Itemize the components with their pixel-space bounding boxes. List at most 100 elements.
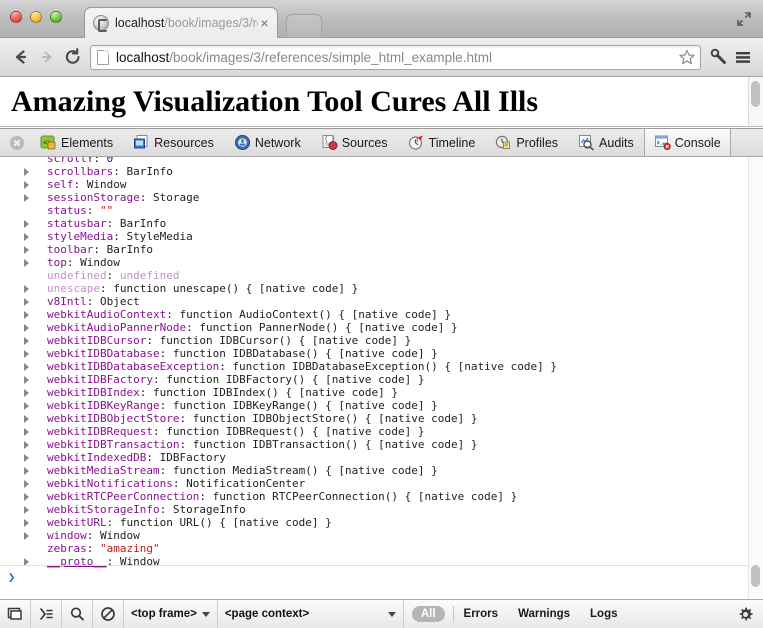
devtools-tab-timeline[interactable]: Timeline bbox=[398, 129, 486, 156]
console-property-row[interactable]: webkitIDBRequest: function IDBRequest() … bbox=[0, 425, 748, 438]
console-property-row[interactable]: webkitAudioContext: function AudioContex… bbox=[0, 308, 748, 321]
devtools-tab-resources[interactable]: Resources bbox=[123, 129, 224, 156]
window-minimize-button[interactable] bbox=[30, 11, 42, 23]
expand-triangle-icon[interactable] bbox=[24, 428, 29, 436]
console-filter-logs[interactable]: Logs bbox=[590, 608, 617, 620]
console-property-row[interactable]: webkitURL: function URL() { [native code… bbox=[0, 516, 748, 529]
console-property-name: unescape bbox=[47, 282, 100, 295]
browser-tab[interactable]: localhost/book/images/3/re × bbox=[84, 7, 278, 38]
expand-triangle-icon[interactable] bbox=[24, 337, 29, 345]
expand-triangle-icon[interactable] bbox=[24, 194, 29, 202]
clear-console-icon[interactable] bbox=[93, 600, 124, 628]
devtools-tab-console[interactable]: Console bbox=[643, 129, 731, 156]
console-property-row[interactable]: webkitIDBKeyRange: function IDBKeyRange(… bbox=[0, 399, 748, 412]
devtools-tab-audits[interactable]: Audits bbox=[568, 129, 644, 156]
expand-triangle-icon[interactable] bbox=[24, 168, 29, 176]
expand-triangle-icon[interactable] bbox=[24, 454, 29, 462]
expand-triangle-icon[interactable] bbox=[24, 506, 29, 514]
address-bar[interactable]: localhost/book/images/3/references/simpl… bbox=[90, 44, 701, 70]
expand-triangle-icon[interactable] bbox=[24, 246, 29, 254]
hamburger-menu-icon[interactable] bbox=[731, 44, 755, 70]
console-property-row[interactable]: self: Window bbox=[0, 178, 748, 191]
expand-triangle-icon[interactable] bbox=[24, 311, 29, 319]
console-property-row[interactable]: toolbar: BarInfo bbox=[0, 243, 748, 256]
console-scrollbar[interactable] bbox=[748, 157, 763, 599]
dock-to-side-icon[interactable] bbox=[0, 600, 31, 628]
expand-triangle-icon[interactable] bbox=[24, 298, 29, 306]
settings-gear-icon[interactable] bbox=[737, 606, 754, 623]
new-tab-button[interactable] bbox=[286, 14, 322, 38]
console-property-row[interactable]: scrollbars: BarInfo bbox=[0, 165, 748, 178]
console-property-row[interactable]: webkitStorageInfo: StorageInfo bbox=[0, 503, 748, 516]
console-property-row[interactable]: webkitIDBIndex: function IDBIndex() { [n… bbox=[0, 386, 748, 399]
console-filter-warnings[interactable]: Warnings bbox=[518, 608, 570, 620]
window-zoom-button[interactable] bbox=[50, 11, 62, 23]
expand-triangle-icon[interactable] bbox=[24, 493, 29, 501]
console-property-separator: : bbox=[166, 308, 180, 321]
console-filter-errors[interactable]: Errors bbox=[464, 608, 499, 620]
expand-triangle-icon[interactable] bbox=[24, 285, 29, 293]
console-property-row[interactable]: sessionStorage: Storage bbox=[0, 191, 748, 204]
console-property-row[interactable]: statusbar: BarInfo bbox=[0, 217, 748, 230]
console-property-row[interactable]: webkitMediaStream: function MediaStream(… bbox=[0, 464, 748, 477]
expand-triangle-icon[interactable] bbox=[24, 350, 29, 358]
console-property-row[interactable]: webkitRTCPeerConnection: function RTCPee… bbox=[0, 490, 748, 503]
wrench-icon[interactable] bbox=[707, 44, 731, 70]
console-property-text: self: Window bbox=[24, 178, 127, 191]
frame-selector[interactable]: <top frame> bbox=[124, 600, 218, 628]
console-filter-all[interactable]: All bbox=[411, 606, 445, 622]
forward-button[interactable] bbox=[34, 44, 60, 70]
context-selector[interactable]: <page context> bbox=[218, 600, 404, 628]
expand-triangle-icon[interactable] bbox=[24, 389, 29, 397]
expand-triangle-icon[interactable] bbox=[24, 233, 29, 241]
devtools-tab-profiles[interactable]: Profiles bbox=[485, 129, 568, 156]
console-property-row[interactable]: webkitIndexedDB: IDBFactory bbox=[0, 451, 748, 464]
filter-divider bbox=[452, 606, 454, 622]
bookmark-star-icon[interactable] bbox=[678, 48, 696, 66]
console-property-row: scrollY: 0 bbox=[0, 157, 748, 165]
console-property-text: webkitAudioPannerNode: function PannerNo… bbox=[24, 321, 458, 334]
console-property-row[interactable]: v8Intl: Object bbox=[0, 295, 748, 308]
console-property-row[interactable]: webkitIDBDatabase: function IDBDatabase(… bbox=[0, 347, 748, 360]
console-property-row[interactable]: webkitIDBObjectStore: function IDBObject… bbox=[0, 412, 748, 425]
console-property-row[interactable]: webkitNotifications: NotificationCenter bbox=[0, 477, 748, 490]
search-icon[interactable] bbox=[62, 600, 93, 628]
console-property-row[interactable]: unescape: function unescape() { [native … bbox=[0, 282, 748, 295]
close-devtools-button[interactable] bbox=[4, 129, 30, 156]
expand-triangle-icon[interactable] bbox=[24, 181, 29, 189]
console-property-row[interactable]: webkitIDBFactory: function IDBFactory() … bbox=[0, 373, 748, 386]
page-scrollbar[interactable] bbox=[748, 77, 763, 126]
reload-button[interactable] bbox=[60, 44, 86, 70]
console-scrollbar-thumb[interactable] bbox=[751, 565, 760, 587]
console-property-row[interactable]: window: Window bbox=[0, 529, 748, 542]
expand-triangle-icon[interactable] bbox=[24, 467, 29, 475]
expand-triangle-icon[interactable] bbox=[24, 363, 29, 371]
back-button[interactable] bbox=[8, 44, 34, 70]
expand-triangle-icon[interactable] bbox=[24, 376, 29, 384]
expand-triangle-icon[interactable] bbox=[24, 402, 29, 410]
window-close-button[interactable] bbox=[10, 11, 22, 23]
console-property-row[interactable]: webkitIDBTransaction: function IDBTransa… bbox=[0, 438, 748, 451]
page-scrollbar-thumb[interactable] bbox=[751, 81, 760, 107]
console-property-row[interactable]: styleMedia: StyleMedia bbox=[0, 230, 748, 243]
console-property-row[interactable]: top: Window bbox=[0, 256, 748, 269]
expand-triangle-icon[interactable] bbox=[24, 259, 29, 267]
expand-triangle-icon[interactable] bbox=[24, 480, 29, 488]
expand-triangle-icon[interactable] bbox=[24, 441, 29, 449]
expand-triangle-icon[interactable] bbox=[24, 415, 29, 423]
expand-triangle-icon[interactable] bbox=[24, 519, 29, 527]
devtools-tab-elements[interactable]: <> Elements bbox=[30, 129, 123, 156]
console-property-row[interactable]: webkitIDBDatabaseException: function IDB… bbox=[0, 360, 748, 373]
expand-triangle-icon[interactable] bbox=[24, 220, 29, 228]
maximize-icon[interactable] bbox=[735, 10, 753, 28]
console-input-row[interactable]: ❯ bbox=[0, 565, 748, 599]
tab-close-icon[interactable]: × bbox=[258, 16, 271, 30]
show-drawer-icon[interactable] bbox=[31, 600, 62, 628]
console-property-name: top bbox=[47, 256, 67, 269]
console-property-row[interactable]: webkitAudioPannerNode: function PannerNo… bbox=[0, 321, 748, 334]
expand-triangle-icon[interactable] bbox=[24, 532, 29, 540]
expand-triangle-icon[interactable] bbox=[24, 324, 29, 332]
devtools-tab-network[interactable]: Network bbox=[224, 129, 311, 156]
console-property-row[interactable]: webkitIDBCursor: function IDBCursor() { … bbox=[0, 334, 748, 347]
devtools-tab-sources[interactable]: { } Sources bbox=[311, 129, 398, 156]
